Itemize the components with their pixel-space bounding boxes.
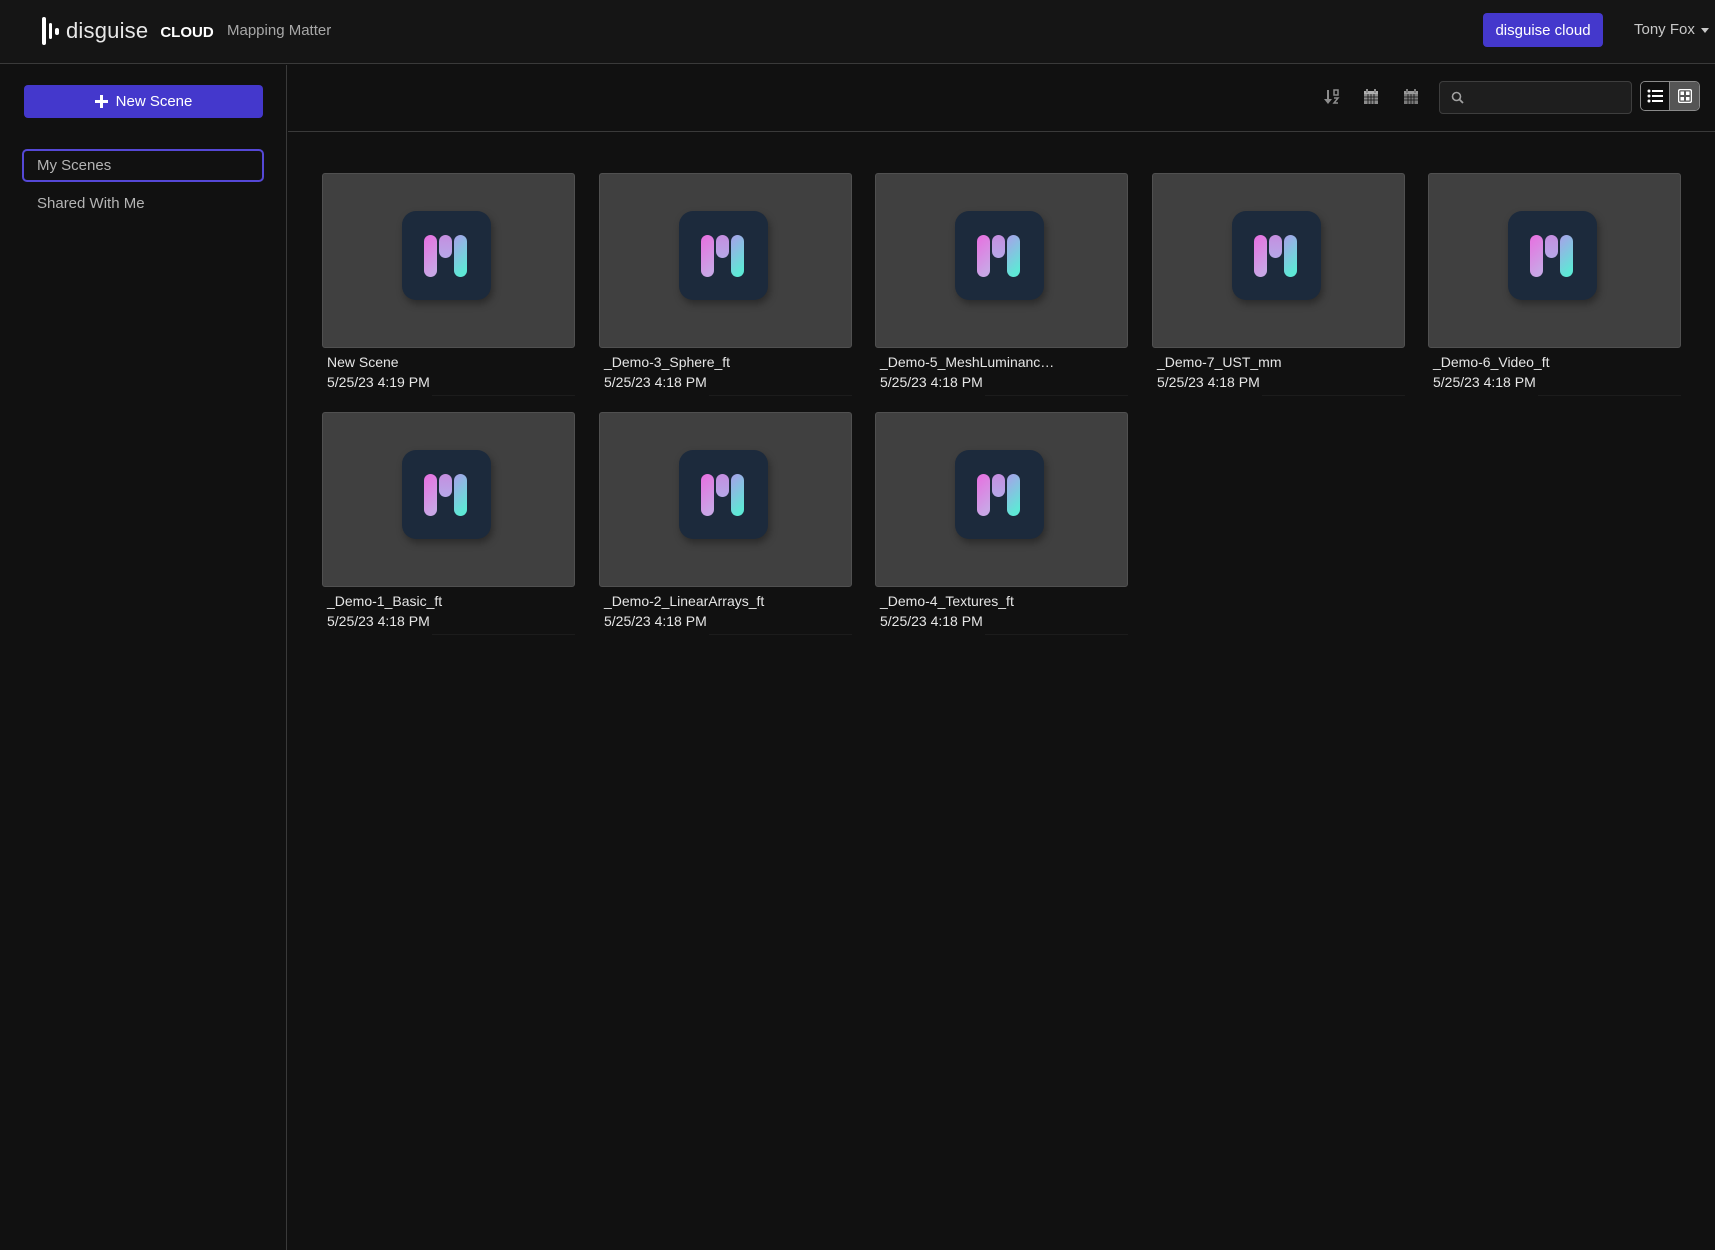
grid-view-button[interactable] bbox=[1670, 82, 1699, 110]
scene-name[interactable]: _Demo-2_LinearArrays_ft bbox=[604, 593, 764, 609]
list-icon bbox=[1647, 89, 1663, 103]
scene-date: 5/25/23 4:18 PM bbox=[1433, 374, 1536, 390]
card-divider bbox=[432, 395, 575, 396]
mapping-matter-app-icon bbox=[955, 211, 1044, 300]
view-mode-toggle bbox=[1640, 81, 1700, 111]
toolbar bbox=[288, 65, 1715, 132]
new-scene-label: New Scene bbox=[115, 93, 193, 110]
scene-card[interactable]: _Demo-3_Sphere_ft 5/25/23 4:18 PM bbox=[599, 173, 852, 403]
grid-icon bbox=[1677, 89, 1692, 103]
scene-card[interactable]: _Demo-4_Textures_ft 5/25/23 4:18 PM bbox=[875, 412, 1128, 642]
scene-date: 5/25/23 4:19 PM bbox=[327, 374, 430, 390]
app-name: Mapping Matter bbox=[227, 22, 332, 39]
card-divider bbox=[1538, 395, 1681, 396]
scene-name[interactable]: _Demo-6_Video_ft bbox=[1433, 354, 1549, 370]
list-view-button[interactable] bbox=[1641, 82, 1670, 110]
scene-name[interactable]: _Demo-5_MeshLuminanc… bbox=[880, 354, 1054, 370]
logo-cloud-label: CLOUD bbox=[160, 23, 214, 41]
scene-date: 5/25/23 4:18 PM bbox=[880, 613, 983, 629]
logo-wordmark: disguise bbox=[66, 18, 149, 43]
scene-date: 5/25/23 4:18 PM bbox=[604, 374, 707, 390]
user-name: Tony Fox bbox=[1634, 21, 1695, 38]
scene-card[interactable]: _Demo-6_Video_ft 5/25/23 4:18 PM bbox=[1428, 173, 1681, 403]
scene-name[interactable]: _Demo-3_Sphere_ft bbox=[604, 354, 730, 370]
mapping-matter-app-icon bbox=[402, 211, 491, 300]
card-divider bbox=[1262, 395, 1405, 396]
plus-icon bbox=[94, 95, 108, 108]
sidebar-item-shared-with-me[interactable]: Shared With Me bbox=[22, 187, 264, 220]
disguise-cloud-button[interactable]: disguise cloud bbox=[1483, 13, 1603, 47]
disguise-logo-icon bbox=[42, 16, 64, 46]
calendar-created-icon[interactable] bbox=[1362, 88, 1380, 106]
scene-thumbnail[interactable] bbox=[599, 412, 852, 587]
top-navbar: disguise CLOUD Mapping Matter disguise c… bbox=[0, 0, 1715, 64]
scene-name[interactable]: New Scene bbox=[327, 354, 399, 370]
scene-thumbnail[interactable] bbox=[322, 173, 575, 348]
card-divider bbox=[985, 395, 1128, 396]
scene-name[interactable]: _Demo-4_Textures_ft bbox=[880, 593, 1014, 609]
mapping-matter-app-icon bbox=[1508, 211, 1597, 300]
sidebar: New Scene My Scenes Shared With Me bbox=[0, 65, 287, 1250]
mapping-matter-app-icon bbox=[679, 211, 768, 300]
calendar-modified-icon[interactable] bbox=[1402, 88, 1420, 106]
scene-thumbnail[interactable] bbox=[1152, 173, 1405, 348]
scene-thumbnail[interactable] bbox=[322, 412, 575, 587]
sort-alpha-icon[interactable] bbox=[1323, 88, 1341, 106]
scene-thumbnail[interactable] bbox=[875, 173, 1128, 348]
scene-card[interactable]: New Scene 5/25/23 4:19 PM bbox=[322, 173, 575, 403]
mapping-matter-app-icon bbox=[955, 450, 1044, 539]
caret-down-icon bbox=[1700, 28, 1709, 33]
scene-name[interactable]: _Demo-7_UST_mm bbox=[1157, 354, 1281, 370]
card-divider bbox=[432, 634, 575, 635]
scene-date: 5/25/23 4:18 PM bbox=[880, 374, 983, 390]
scene-date: 5/25/23 4:18 PM bbox=[1157, 374, 1260, 390]
search-input[interactable] bbox=[1470, 82, 1628, 113]
card-divider bbox=[709, 395, 852, 396]
scene-thumbnail[interactable] bbox=[875, 412, 1128, 587]
scene-thumbnail[interactable] bbox=[599, 173, 852, 348]
card-divider bbox=[985, 634, 1128, 635]
mapping-matter-app-icon bbox=[402, 450, 491, 539]
scene-date: 5/25/23 4:18 PM bbox=[327, 613, 430, 629]
mapping-matter-app-icon bbox=[1232, 211, 1321, 300]
mapping-matter-app-icon bbox=[679, 450, 768, 539]
scene-card[interactable]: _Demo-2_LinearArrays_ft 5/25/23 4:18 PM bbox=[599, 412, 852, 642]
scene-thumbnail[interactable] bbox=[1428, 173, 1681, 348]
search-icon bbox=[1451, 91, 1464, 104]
sidebar-item-my-scenes[interactable]: My Scenes bbox=[22, 149, 264, 182]
card-divider bbox=[709, 634, 852, 635]
scene-name[interactable]: _Demo-1_Basic_ft bbox=[327, 593, 442, 609]
disguise-logo[interactable]: disguise CLOUD bbox=[42, 16, 214, 46]
sidebar-item-label: My Scenes bbox=[37, 157, 112, 174]
scene-card[interactable]: _Demo-1_Basic_ft 5/25/23 4:18 PM bbox=[322, 412, 575, 642]
user-menu[interactable]: Tony Fox bbox=[1634, 21, 1709, 38]
new-scene-button[interactable]: New Scene bbox=[24, 85, 263, 118]
scene-date: 5/25/23 4:18 PM bbox=[604, 613, 707, 629]
search-box[interactable] bbox=[1439, 81, 1632, 114]
sidebar-item-label: Shared With Me bbox=[37, 195, 145, 212]
scene-card[interactable]: _Demo-5_MeshLuminanc… 5/25/23 4:18 PM bbox=[875, 173, 1128, 403]
scene-card[interactable]: _Demo-7_UST_mm 5/25/23 4:18 PM bbox=[1152, 173, 1405, 403]
